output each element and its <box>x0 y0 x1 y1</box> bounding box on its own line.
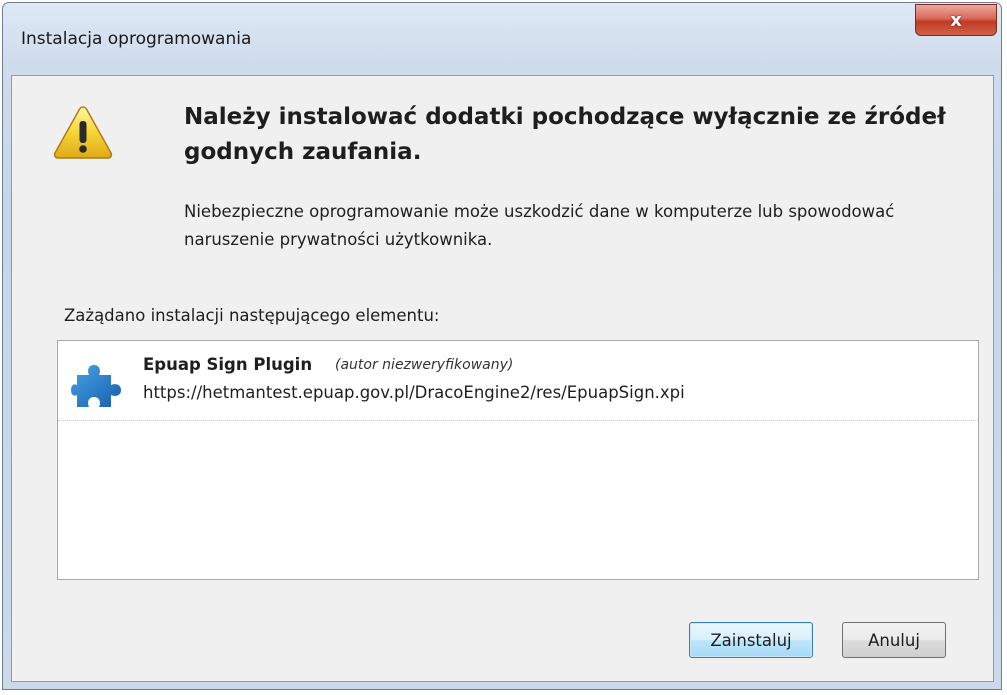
warning-icon <box>53 106 113 159</box>
install-button[interactable]: Zainstaluj <box>689 622 813 658</box>
install-dialog: Instalacja oprogramowania x Należy insta… <box>2 2 1002 690</box>
close-button[interactable]: x <box>915 4 997 36</box>
list-item[interactable]: Epuap Sign Plugin (autor niezweryfikowan… <box>58 341 978 421</box>
close-icon: x <box>950 9 962 31</box>
warning-description: Niebezpieczne oprogramowanie może uszkod… <box>184 202 895 249</box>
addon-list[interactable]: Epuap Sign Plugin (autor niezweryfikowan… <box>57 340 979 580</box>
title-bar[interactable]: Instalacja oprogramowania x <box>3 3 1001 75</box>
addon-name: Epuap Sign Plugin <box>143 355 313 374</box>
window-title: Instalacja oprogramowania <box>21 29 252 49</box>
addon-author-note: (autor niezweryfikowany) <box>335 357 514 373</box>
requested-items-label: Zażądano instalacji następującego elemen… <box>64 306 440 325</box>
puzzle-piece-icon <box>71 365 121 407</box>
cancel-button[interactable]: Anuluj <box>842 622 946 658</box>
warning-heading: Należy instalować dodatki pochodzące wył… <box>184 104 946 165</box>
addon-url: https://hetmantest.epuap.gov.pl/DracoEng… <box>143 383 685 402</box>
dialog-body: Należy instalować dodatki pochodzące wył… <box>11 75 994 682</box>
